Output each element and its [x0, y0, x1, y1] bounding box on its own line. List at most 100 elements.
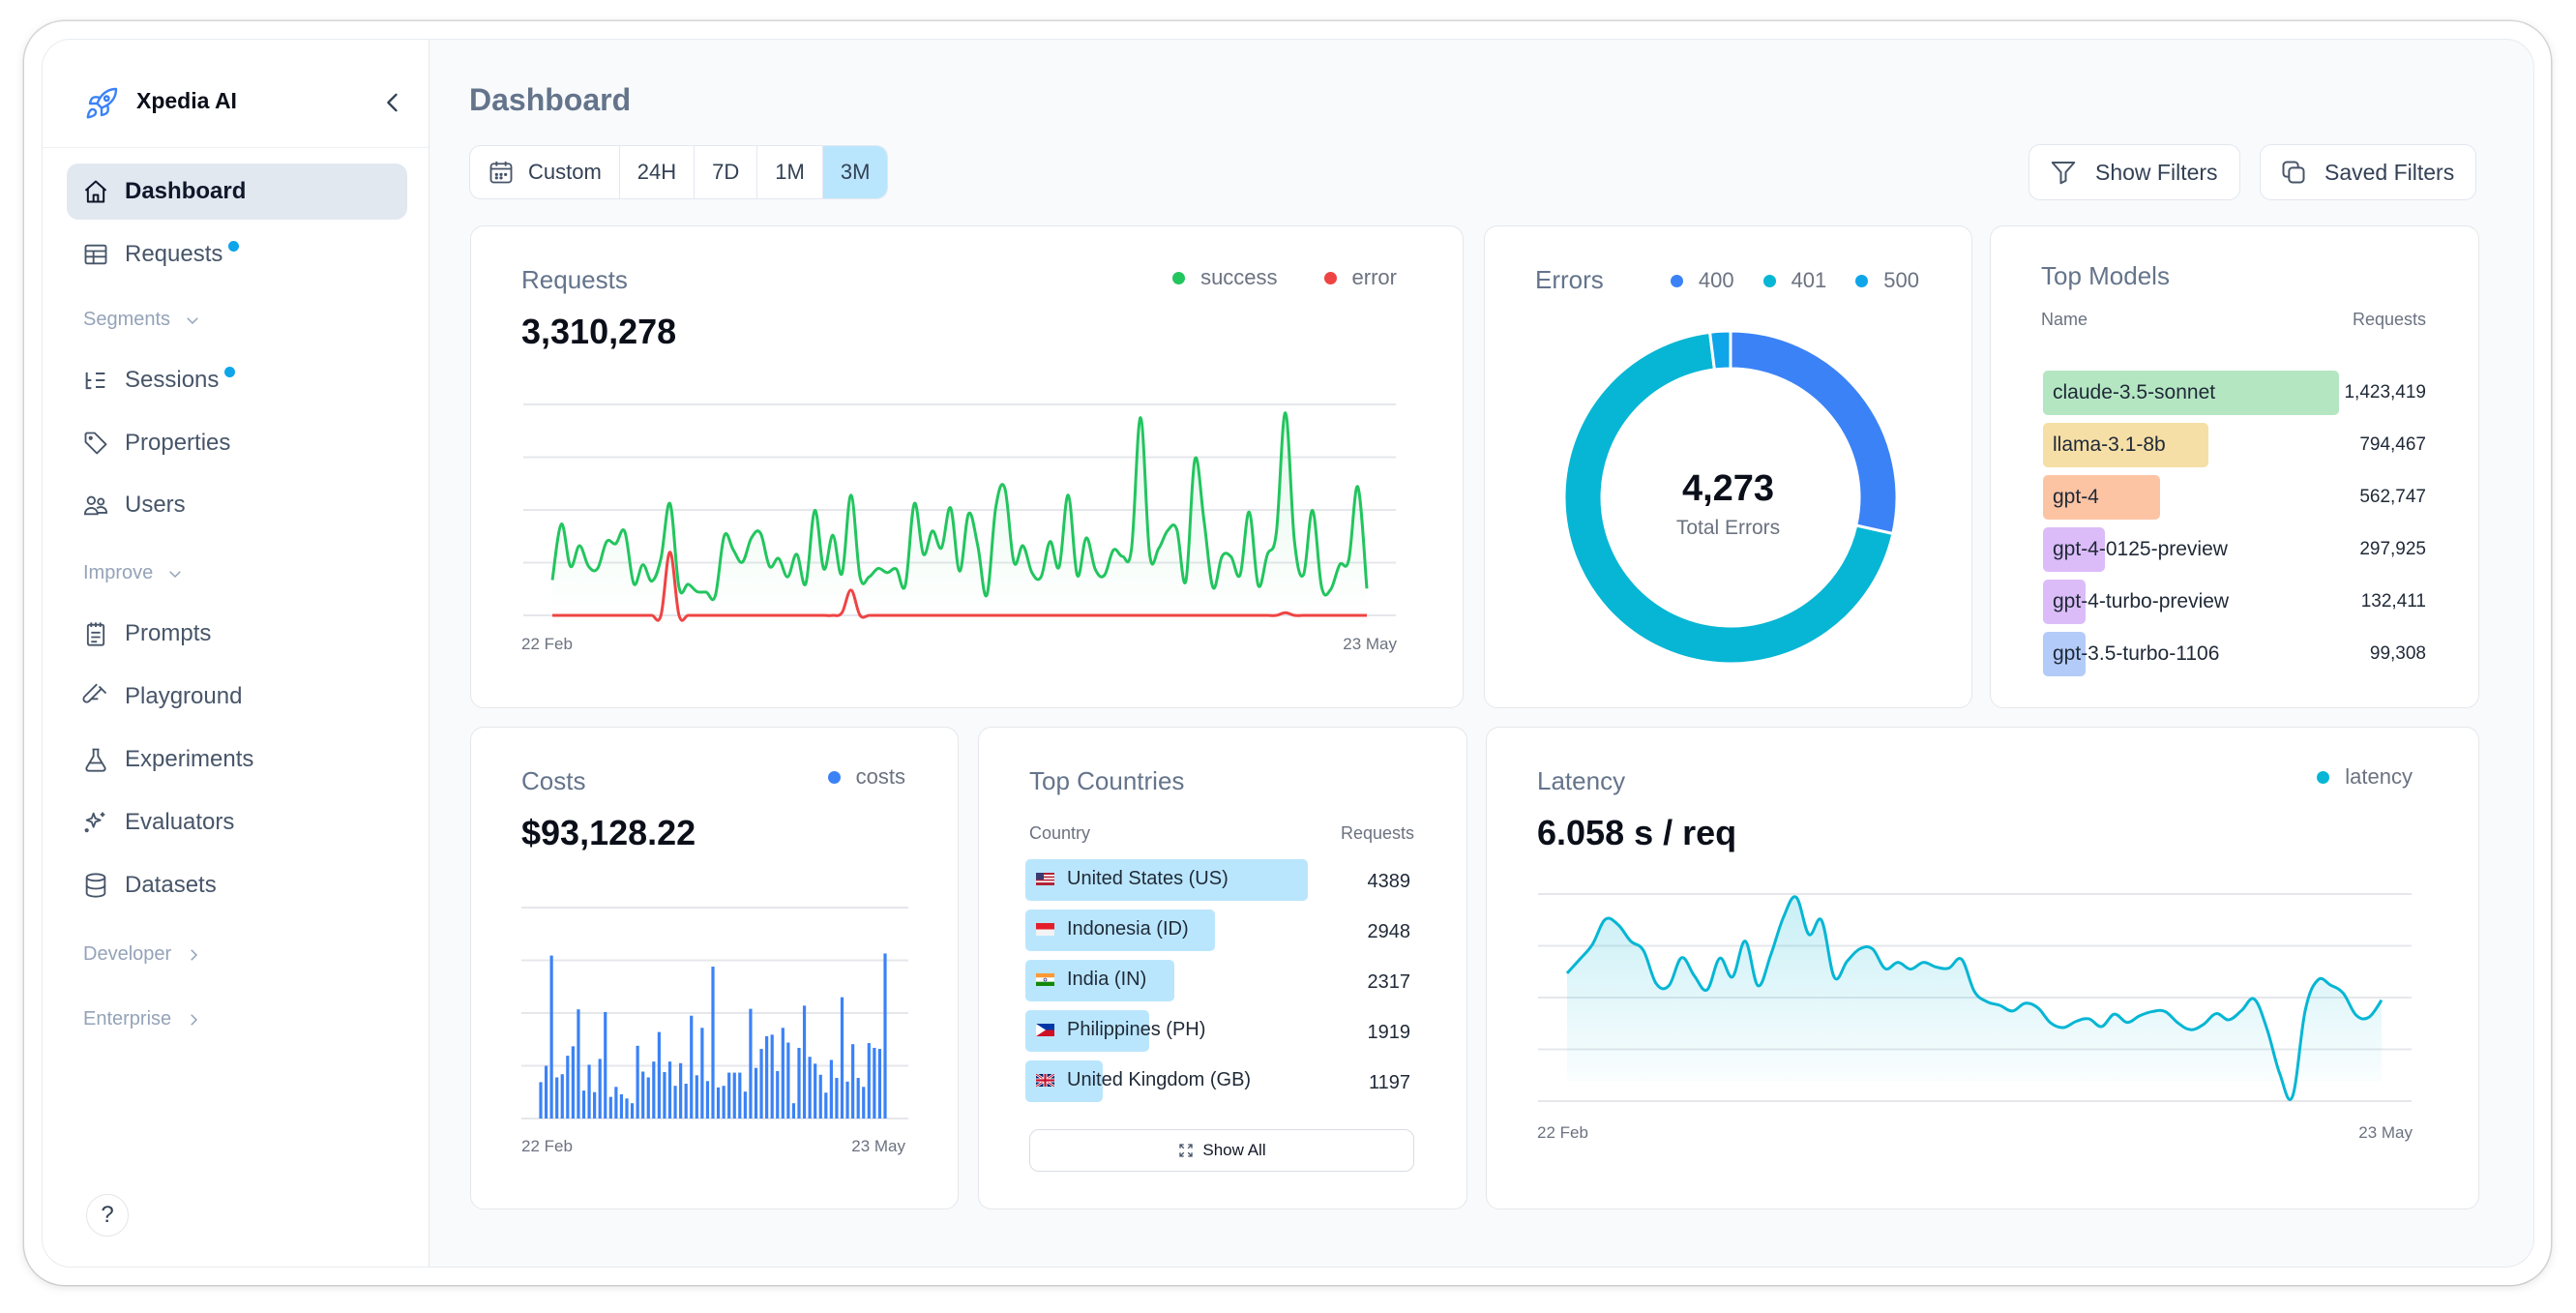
country-name: Indonesia (ID)	[1067, 918, 1189, 940]
brand-name: Xpedia AI	[136, 88, 237, 113]
cost-bar	[619, 1093, 624, 1119]
country-row[interactable]: Philippines (PH) 1919	[1025, 1010, 1412, 1052]
legend-item-500: 500	[1855, 268, 1919, 293]
cost-bar	[738, 1072, 742, 1119]
sidebar-item-prompts[interactable]: Prompts	[67, 606, 407, 662]
sidebar-item-users[interactable]: Users	[67, 477, 407, 533]
cost-bar	[544, 1065, 548, 1119]
model-requests: 99,308	[2369, 643, 2426, 664]
help-button[interactable]: ?	[86, 1194, 129, 1237]
sidebar-item-evaluators[interactable]: Evaluators	[67, 794, 407, 850]
model-name: gpt-4-0125-preview	[2053, 538, 2228, 560]
model-row[interactable]: gpt-4-0125-preview 297,925	[2043, 527, 2426, 572]
sidebar-item-datasets[interactable]: Datasets	[67, 857, 407, 913]
errors-card: Errors 400 401 500 4,273 Total Errors	[1484, 225, 1972, 708]
flag-ph-icon	[1036, 1024, 1054, 1036]
chevron-right-icon	[191, 948, 198, 961]
cost-bar	[630, 1103, 635, 1119]
range-7d[interactable]: 7D	[695, 146, 758, 198]
legend-item-success: success	[1172, 265, 1278, 290]
errors-total-label: Total Errors	[1675, 517, 1781, 539]
top-countries-card: Top Countries Country Requests United St…	[978, 727, 1467, 1209]
cost-bar	[700, 1028, 704, 1119]
sparkles-icon	[84, 812, 105, 833]
flag-gb-icon	[1036, 1074, 1054, 1087]
legend-label: 400	[1698, 268, 1734, 292]
model-row[interactable]: gpt-4 562,747	[2043, 475, 2426, 520]
range-label: Custom	[528, 160, 602, 184]
cost-bar	[679, 1062, 683, 1119]
sidebar-item-sessions[interactable]: Sessions	[67, 352, 407, 408]
chevron-left-icon[interactable]	[379, 88, 406, 117]
show-all-button[interactable]: Show All	[1029, 1129, 1414, 1172]
saved-filters-button[interactable]: Saved Filters	[2260, 144, 2477, 200]
country-row[interactable]: India (IN) 2317	[1025, 960, 1412, 1001]
section-label: Segments	[83, 309, 171, 330]
model-row[interactable]: gpt-4-turbo-preview 132,411	[2043, 580, 2426, 624]
cost-bar	[802, 1005, 807, 1119]
column-header-country: Country	[1029, 823, 1091, 843]
card-title: Top Models	[2041, 261, 2170, 290]
sidebar-item-dashboard[interactable]: Dashboard	[67, 164, 407, 220]
range-3m[interactable]: 3M	[822, 146, 888, 198]
sidebar-section-enterprise[interactable]: Enterprise	[83, 1008, 202, 1030]
errors-total: 4,273	[1681, 468, 1775, 509]
donut-slice-500	[1707, 329, 1732, 372]
sidebar-section-improve[interactable]: Improve	[83, 562, 184, 584]
cost-bar	[539, 1082, 543, 1119]
range-label: 3M	[840, 160, 871, 184]
range-custom[interactable]: Custom	[470, 146, 620, 198]
requests-card: Requests success error 3,310,278 22 Feb …	[470, 225, 1464, 708]
cost-bar	[684, 1084, 688, 1119]
model-row[interactable]: gpt-3.5-turbo-1106 99,308	[2043, 632, 2426, 676]
sidebar-item-requests[interactable]: Requests	[67, 226, 407, 283]
range-label: 1M	[775, 160, 805, 184]
column-header-requests: Requests	[1340, 823, 1414, 843]
model-row[interactable]: llama-3.1-8b 794,467	[2043, 423, 2426, 467]
country-row[interactable]: United Kingdom (GB) 1197	[1025, 1060, 1412, 1102]
cost-bar	[695, 1075, 698, 1119]
legend-label: success	[1200, 265, 1278, 289]
sidebar-item-label: Prompts	[125, 620, 212, 646]
rocket-icon	[86, 87, 118, 119]
cost-bar	[657, 1031, 661, 1119]
country-row[interactable]: Indonesia (ID) 2948	[1025, 910, 1412, 951]
range-24h[interactable]: 24H	[620, 146, 696, 198]
sidebar-item-label: Playground	[125, 683, 243, 709]
country-requests: 2317	[1367, 971, 1411, 993]
cost-bar	[716, 1087, 721, 1119]
cost-bar	[856, 1078, 860, 1119]
x-tick-label: 23 May	[851, 1137, 905, 1155]
legend-item-latency: latency	[2317, 764, 2413, 790]
sidebar: Xpedia AI Dashboard Requests Segments Se…	[43, 40, 429, 1267]
model-requests: 297,925	[2359, 539, 2426, 559]
sidebar-item-experiments[interactable]: Experiments	[67, 731, 407, 788]
cost-bar	[835, 1078, 839, 1119]
cost-bar	[877, 1049, 882, 1119]
chart-legend: success error	[1143, 265, 1397, 290]
range-label: 7D	[712, 160, 740, 184]
model-name: gpt-3.5-turbo-1106	[2053, 642, 2220, 665]
button-label: Show All	[1202, 1141, 1266, 1159]
sidebar-item-playground[interactable]: Playground	[67, 669, 407, 725]
model-row[interactable]: claude-3.5-sonnet 1,423,419	[2043, 371, 2426, 415]
sidebar-item-properties[interactable]: Properties	[67, 415, 407, 471]
country-name: United States (US)	[1067, 868, 1229, 889]
legend-item-400: 400	[1670, 268, 1734, 293]
cost-bar	[625, 1098, 629, 1119]
sidebar-item-label: Experiments	[125, 746, 254, 772]
cost-bar	[577, 1009, 580, 1119]
show-filters-button[interactable]: Show Filters	[2028, 144, 2240, 200]
cost-bar	[883, 953, 887, 1119]
legend-item-401: 401	[1762, 268, 1826, 293]
cost-bar	[614, 1087, 618, 1119]
cost-bar	[673, 1086, 677, 1119]
database-icon	[85, 873, 106, 898]
expand-icon	[1179, 1144, 1194, 1157]
country-row[interactable]: United States (US) 4389	[1025, 859, 1412, 901]
tag-icon	[84, 432, 107, 455]
test-tube-icon	[82, 683, 107, 703]
range-1m[interactable]: 1M	[757, 146, 823, 198]
sidebar-section-developer[interactable]: Developer	[83, 943, 202, 966]
sidebar-section-segments[interactable]: Segments	[83, 309, 201, 331]
